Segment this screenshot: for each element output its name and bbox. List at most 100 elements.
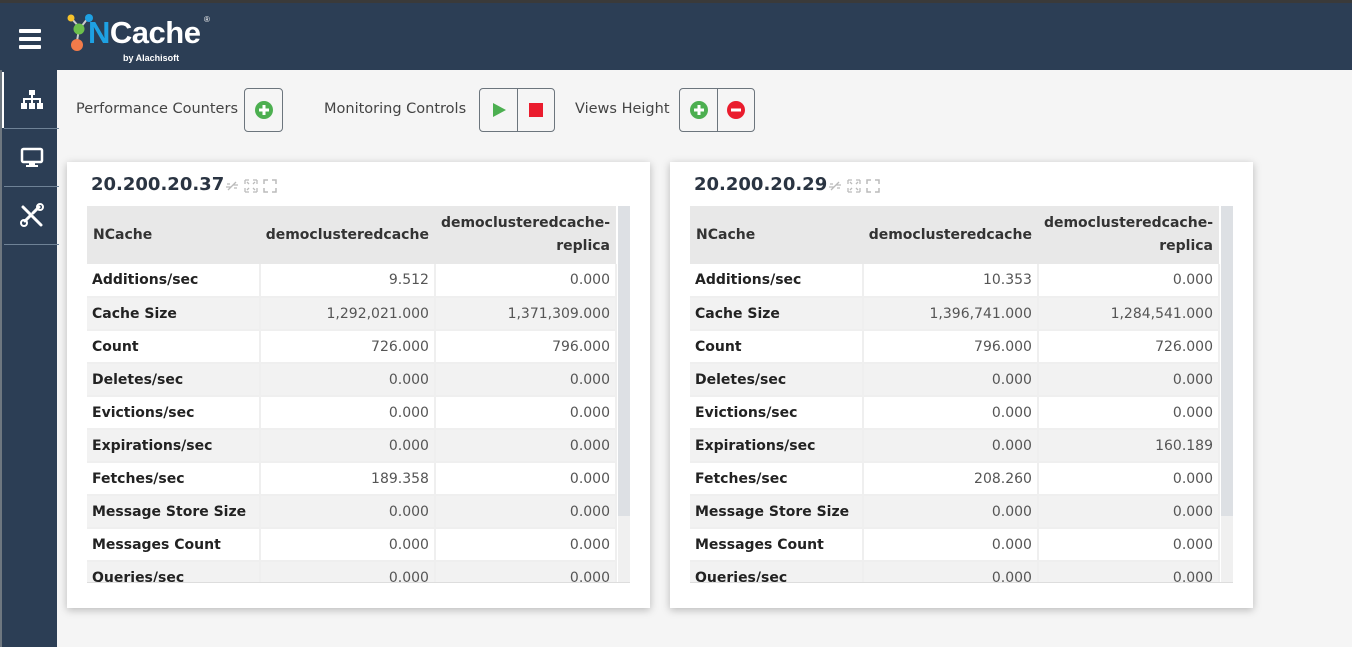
counter-value: 0.000 [434, 396, 618, 430]
menu-bar [19, 45, 41, 49]
hamburger-menu-button[interactable] [19, 29, 41, 49]
counter-value: 0.000 [434, 462, 618, 496]
table-row: Evictions/sec 0.000 0.000 [690, 396, 1221, 430]
start-monitoring-button[interactable] [480, 89, 517, 131]
add-counter-button[interactable] [245, 89, 282, 131]
counter-value: 160.189 [1037, 429, 1221, 463]
counter-value: 0.000 [1037, 363, 1221, 397]
fullscreen-icon[interactable] [263, 179, 277, 193]
monitoring-controls-label: Monitoring Controls [324, 101, 467, 117]
counter-value: 0.000 [259, 528, 436, 562]
monitor-icon [20, 147, 43, 167]
counter-value: 0.000 [434, 495, 618, 529]
sidebar-item-tools[interactable] [4, 188, 59, 245]
registered-mark: ® [204, 15, 210, 24]
views-height-group [679, 88, 755, 132]
counter-value: 726.000 [259, 330, 436, 364]
table-row: Evictions/sec 0.000 0.000 [87, 396, 618, 430]
counter-name: Count [690, 330, 864, 364]
counter-name: Count [87, 330, 261, 364]
counter-value: 0.000 [259, 363, 436, 397]
counter-value: 0.000 [862, 495, 1039, 529]
counter-value: 0.000 [1037, 396, 1221, 430]
play-icon [492, 103, 506, 117]
table-header-row: NCache democlusteredcache democlusteredc… [87, 206, 616, 264]
counter-value: 0.000 [259, 396, 436, 430]
column-header[interactable]: NCache [87, 206, 260, 264]
table-scrollbar[interactable] [618, 206, 630, 582]
counter-value: 0.000 [1037, 528, 1221, 562]
counter-value: 0.000 [259, 429, 436, 463]
counter-value: 1,292,021.000 [259, 297, 436, 331]
counter-value: 0.000 [259, 495, 436, 529]
table-row: Queries/sec 0.000 0.000 [690, 561, 1221, 582]
views-height-label: Views Height [575, 101, 670, 117]
table-row: Queries/sec 0.000 0.000 [87, 561, 618, 582]
table-row: Deletes/sec 0.000 0.000 [690, 363, 1221, 397]
decrease-height-button[interactable] [717, 89, 754, 131]
expand-icon[interactable] [847, 179, 861, 193]
counter-name: Evictions/sec [87, 396, 261, 430]
plus-circle-icon [254, 101, 273, 119]
unlink-icon[interactable] [225, 179, 239, 193]
counters-table: NCache democlusteredcache democlusteredc… [690, 206, 1221, 582]
counter-value: 1,396,741.000 [862, 297, 1039, 331]
counter-name: Cache Size [690, 297, 864, 331]
panel-icons [828, 179, 880, 193]
sitemap-icon [20, 90, 43, 109]
counter-value: 1,284,541.000 [1037, 297, 1221, 331]
counter-name: Messages Count [87, 528, 261, 562]
logo-wordmark: NCache [88, 15, 201, 51]
scrollbar-thumb[interactable] [1221, 206, 1233, 516]
column-header[interactable]: democlusteredcache-replica [434, 206, 616, 264]
table-row: Count 726.000 796.000 [87, 330, 618, 364]
table-body: Additions/sec 10.353 0.000 Cache Size 1,396,… [690, 264, 1221, 582]
table-row: Cache Size 1,396,741.000 1,284,541.000 [690, 297, 1221, 331]
counter-value: 1,371,309.000 [434, 297, 618, 331]
server-panel: 20.200.20.29 NCache democlusteredcache d… [670, 162, 1253, 608]
logo-subtitle: by Alachisoft [123, 53, 180, 63]
expand-icon[interactable] [244, 179, 258, 193]
column-header[interactable]: democlusteredcache [259, 206, 435, 264]
table-row: Count 796.000 726.000 [690, 330, 1221, 364]
panel-title: 20.200.20.37 [91, 174, 225, 195]
counter-value: 0.000 [1037, 561, 1221, 582]
counter-value: 189.358 [259, 462, 436, 496]
counter-name: Deletes/sec [87, 363, 261, 397]
minus-circle-icon [727, 101, 745, 119]
counter-name: Additions/sec [87, 264, 261, 298]
fullscreen-icon[interactable] [866, 179, 880, 193]
performance-counters-label: Performance Counters [76, 101, 238, 117]
counter-value: 0.000 [259, 561, 436, 582]
table-scrollbar[interactable] [1221, 206, 1233, 582]
counter-name: Additions/sec [690, 264, 864, 298]
unlink-icon[interactable] [828, 179, 842, 193]
sidebar-item-monitor[interactable] [4, 130, 59, 187]
counter-value: 9.512 [259, 264, 436, 298]
increase-height-button[interactable] [680, 89, 717, 131]
counter-name: Fetches/sec [690, 462, 864, 496]
table-row: Additions/sec 9.512 0.000 [87, 264, 618, 298]
menu-bar [19, 29, 41, 33]
sidebar-item-clusters[interactable] [2, 72, 59, 129]
column-header[interactable]: NCache [690, 206, 863, 264]
counter-value: 0.000 [862, 363, 1039, 397]
counter-name: Evictions/sec [690, 396, 864, 430]
table-row: Expirations/sec 0.000 0.000 [87, 429, 618, 463]
counter-value: 0.000 [862, 561, 1039, 582]
ncache-logo: NCache ® by Alachisoft [66, 11, 216, 63]
counter-value: 0.000 [862, 528, 1039, 562]
column-header[interactable]: democlusteredcache [862, 206, 1038, 264]
table-row: Message Store Size 0.000 0.000 [690, 495, 1221, 529]
counter-value: 0.000 [434, 528, 618, 562]
counter-value: 10.353 [862, 264, 1039, 298]
performance-counters-group [244, 88, 283, 132]
stop-icon [529, 103, 543, 117]
stop-monitoring-button[interactable] [517, 89, 554, 131]
column-header[interactable]: democlusteredcache-replica [1037, 206, 1219, 264]
scrollbar-thumb[interactable] [618, 206, 630, 516]
counter-value: 208.260 [862, 462, 1039, 496]
counter-value: 796.000 [434, 330, 618, 364]
table-row: Deletes/sec 0.000 0.000 [87, 363, 618, 397]
counter-name: Fetches/sec [87, 462, 261, 496]
